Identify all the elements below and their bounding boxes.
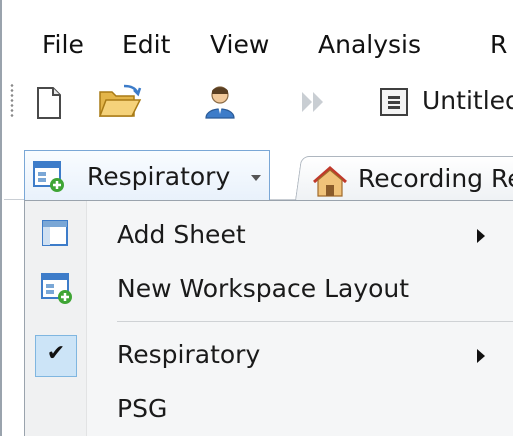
menu-item-new-workspace-layout[interactable]: New Workspace Layout xyxy=(25,261,513,317)
application-window: File Edit View Analysis R Untitled Respi… xyxy=(0,0,513,436)
checked-indicator: ✔ xyxy=(35,335,77,377)
checkmark-icon: ✔ xyxy=(46,341,66,366)
tab-recording-label: Recording Re xyxy=(358,164,513,193)
home-icon xyxy=(313,166,347,197)
menu-item-label: Add Sheet xyxy=(117,220,246,249)
menu-item-label: New Workspace Layout xyxy=(117,274,410,303)
workspace-dropdown-menu: Add Sheet New Workspace Layout ✔ Respira… xyxy=(24,200,513,436)
menu-edit[interactable]: Edit xyxy=(122,30,170,59)
sheet-icon xyxy=(42,220,68,246)
user-icon[interactable] xyxy=(202,84,238,120)
toolbar-grip[interactable] xyxy=(10,83,14,119)
menu-item-label: PSG xyxy=(117,394,168,423)
new-workspace-icon xyxy=(41,273,72,304)
workspace-icon xyxy=(33,161,64,192)
document-title: Untitled xyxy=(422,86,513,115)
open-folder-icon[interactable] xyxy=(98,84,142,120)
chevron-down-icon xyxy=(251,175,261,181)
menu-item-respiratory[interactable]: ✔ Respiratory xyxy=(25,327,513,383)
menu-view[interactable]: View xyxy=(210,30,269,59)
new-document-icon[interactable] xyxy=(36,86,62,120)
submenu-arrow-icon xyxy=(477,349,485,363)
menu-item-psg[interactable]: PSG xyxy=(25,381,513,436)
document-list-icon xyxy=(380,88,408,116)
menu-item-add-sheet[interactable]: Add Sheet xyxy=(25,207,513,263)
workspace-dropdown-button[interactable]: Respiratory xyxy=(24,150,270,202)
document-title-control[interactable]: Untitled xyxy=(380,86,513,120)
menu-r-truncated[interactable]: R xyxy=(490,30,507,59)
menu-file[interactable]: File xyxy=(42,30,84,59)
play-forward-icon[interactable] xyxy=(300,90,326,114)
menu-separator xyxy=(117,321,513,322)
workspace-label: Respiratory xyxy=(87,162,231,191)
menu-analysis[interactable]: Analysis xyxy=(318,30,421,59)
submenu-arrow-icon xyxy=(477,229,485,243)
menu-item-label: Respiratory xyxy=(117,340,261,369)
